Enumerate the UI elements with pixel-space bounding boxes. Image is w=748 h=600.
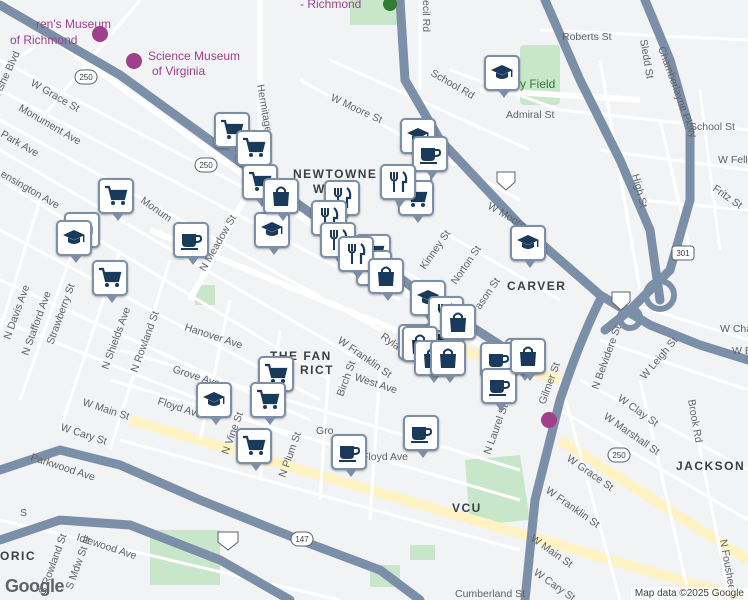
street-label: S	[20, 507, 27, 519]
cafe-marker[interactable]	[331, 434, 367, 477]
school-marker[interactable]	[196, 382, 232, 425]
area-newtowne: NEWTOWNE	[293, 167, 377, 181]
shield-250-a: 250	[79, 73, 93, 82]
coffee-cup-icon	[486, 373, 512, 399]
restaurant-marker[interactable]	[380, 164, 416, 207]
street-label: Admiral St	[506, 109, 555, 121]
google-logo: Google	[5, 576, 65, 596]
shield-147: 147	[295, 535, 309, 544]
cafe-marker[interactable]	[481, 368, 517, 411]
grocery-marker[interactable]	[250, 382, 286, 425]
coffee-cup-icon	[336, 439, 362, 465]
poi-science-museum-1: Science Museum	[148, 49, 240, 63]
coffee-cup-icon	[417, 141, 443, 167]
area-carver: CARVER	[507, 279, 566, 293]
fork-knife-icon	[385, 169, 411, 195]
grocery-marker[interactable]	[236, 130, 272, 173]
shopping-bag-icon	[435, 345, 461, 371]
shopping-cart-icon	[241, 433, 267, 459]
street-label: ecil Rd	[420, 0, 432, 32]
shield-301: 301	[676, 249, 690, 258]
museum-icon	[541, 412, 557, 428]
school-icon	[61, 225, 87, 251]
school-icon	[489, 60, 515, 86]
shopping-cart-icon	[255, 387, 281, 413]
cafe-marker[interactable]	[173, 222, 209, 265]
shopping-bag-icon	[445, 309, 471, 335]
grocery-marker[interactable]	[98, 178, 134, 221]
shopping-marker[interactable]	[510, 338, 546, 381]
street-label: Cumberland St	[455, 588, 525, 600]
shopping-marker[interactable]	[263, 178, 299, 221]
map-attribution[interactable]: Map data ©2025 Google	[630, 587, 748, 600]
shopping-marker[interactable]	[368, 258, 404, 301]
street-label: W B	[732, 345, 748, 357]
poi-childrens-museum-2: of Richmond	[10, 33, 77, 47]
street-label: W Fell	[718, 154, 748, 166]
street-label: Floyd Ave	[362, 451, 408, 463]
shopping-cart-icon	[241, 135, 267, 161]
coffee-cup-icon	[178, 227, 204, 253]
area-vcu: VCU	[452, 501, 482, 515]
coffee-cup-icon	[408, 420, 434, 446]
shopping-bag-icon	[268, 183, 294, 209]
shopping-cart-icon	[103, 183, 129, 209]
shield-64-b: 64	[617, 296, 626, 305]
fork-knife-icon	[343, 241, 369, 267]
poi-field: y Field	[520, 77, 555, 91]
grocery-marker[interactable]	[236, 428, 272, 471]
shield-250-b: 250	[199, 161, 213, 170]
poi-science-museum-2: of Virginia	[152, 64, 205, 78]
street-label: Roberts St	[562, 31, 612, 43]
cafe-marker[interactable]	[403, 415, 439, 458]
shield-64-a: 64	[502, 176, 511, 185]
poi-richmond: - Richmond	[300, 0, 361, 11]
museum-icon	[126, 53, 142, 69]
school-marker[interactable]	[510, 225, 546, 268]
grocery-marker[interactable]	[92, 260, 128, 303]
cafe-marker[interactable]	[412, 136, 448, 179]
shield-250-c: 250	[612, 451, 626, 460]
school-marker[interactable]	[484, 55, 520, 98]
school-icon	[201, 387, 227, 413]
shopping-marker[interactable]	[430, 340, 466, 383]
street-label: W Cha	[720, 323, 748, 335]
school-icon	[515, 230, 541, 256]
school-marker[interactable]	[56, 220, 92, 263]
area-jackson: JACKSON	[676, 459, 745, 473]
shopping-marker[interactable]	[440, 304, 476, 347]
shopping-cart-icon	[97, 265, 123, 291]
shopping-bag-icon	[373, 263, 399, 289]
shopping-bag-icon	[515, 343, 541, 369]
shield-195: 195	[221, 536, 235, 545]
area-fan-2: RICT	[300, 363, 334, 377]
poi-childrens-museum-1: ren's Museum	[36, 17, 111, 31]
area-historic: ORIC	[0, 549, 36, 563]
